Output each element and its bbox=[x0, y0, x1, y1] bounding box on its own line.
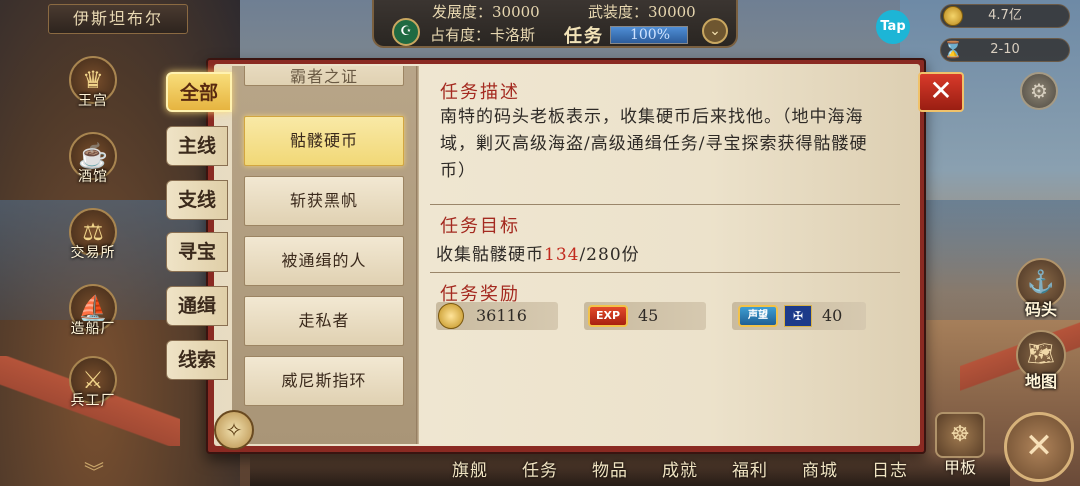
nav-shop[interactable]: 商城 bbox=[802, 456, 838, 481]
tab-treasure[interactable]: 寻宝 bbox=[166, 232, 228, 272]
city-name: 伊斯坦布尔 bbox=[48, 4, 188, 34]
quest-item[interactable]: 威尼斯指环 bbox=[244, 356, 404, 406]
side-btn-label: 码头 bbox=[1024, 300, 1057, 319]
goal-prefix: 收集骷髅硬币 bbox=[436, 245, 544, 265]
side-btn-label: 地图 bbox=[1024, 372, 1057, 391]
quest-item[interactable]: 霸者之证 bbox=[244, 66, 404, 86]
tab-all[interactable]: 全部 bbox=[166, 72, 232, 112]
quest-item[interactable]: 被通缉的人 bbox=[244, 236, 404, 286]
coin-icon bbox=[943, 6, 963, 26]
tab-side[interactable]: 支线 bbox=[166, 180, 228, 220]
tab-clue[interactable]: 线索 bbox=[166, 340, 228, 380]
gold-coin-icon bbox=[438, 303, 464, 329]
side-btn-shipyard[interactable]: ⛵ 造船厂 bbox=[58, 284, 128, 354]
side-btn-exchange[interactable]: ⚖ 交易所 bbox=[58, 208, 128, 278]
side-btn-dock[interactable]: ⚓ 码头 bbox=[1006, 258, 1076, 328]
side-btn-arsenal[interactable]: ⚔ 兵工厂 bbox=[58, 356, 128, 426]
gold-value: 4.7亿 bbox=[988, 8, 1022, 23]
tab-main[interactable]: 主线 bbox=[166, 126, 228, 166]
side-btn-map[interactable]: 🗺 地图 bbox=[1006, 330, 1076, 400]
panel-title: 任务 bbox=[564, 26, 604, 47]
quest-goal: 收集骷髅硬币134/280份 bbox=[436, 240, 640, 265]
close-button[interactable]: ✕ bbox=[918, 72, 964, 112]
section-divider bbox=[430, 204, 900, 205]
hourglass-icon: ⌛ bbox=[943, 40, 963, 59]
side-btn-label: 王宫 bbox=[78, 93, 108, 109]
side-btn-label: 造船厂 bbox=[70, 321, 116, 337]
goal-suffix: /280份 bbox=[579, 245, 640, 265]
nav-log[interactable]: 日志 bbox=[872, 456, 908, 481]
list-divider bbox=[416, 66, 419, 444]
bottom-nav: 旗舰 任务 物品 成就 福利 商城 日志 bbox=[250, 452, 1010, 486]
reputation-icon: 声望 bbox=[738, 305, 778, 327]
crossed-swords-icon[interactable]: ✕ bbox=[1004, 412, 1074, 482]
crest-emblem-icon: ✠ bbox=[784, 305, 812, 327]
gear-icon[interactable]: ⚙ bbox=[1020, 72, 1058, 110]
gold-counter: 4.7亿 bbox=[940, 4, 1070, 28]
deck-label: 甲板 bbox=[943, 458, 976, 477]
nav-welfare[interactable]: 福利 bbox=[732, 456, 768, 481]
nav-quests[interactable]: 任务 bbox=[522, 456, 558, 481]
occupancy-progress: 100% bbox=[610, 26, 688, 44]
quest-item[interactable]: 斩获黑帆 bbox=[244, 176, 404, 226]
quest-item[interactable]: 走私者 bbox=[244, 296, 404, 346]
nav-achievements[interactable]: 成就 bbox=[662, 456, 698, 481]
reward-reputation: 声望 ✠ 40 bbox=[732, 302, 866, 330]
occupancy-value: 占有度：卡洛斯 bbox=[430, 26, 536, 44]
development-value: 发展度：30000 bbox=[432, 3, 540, 21]
occupancy-percent: 100% bbox=[629, 27, 671, 43]
tap-logo[interactable]: Tap bbox=[876, 10, 910, 44]
compass-icon[interactable]: ✧ bbox=[214, 410, 254, 450]
section-divider bbox=[430, 272, 900, 273]
reward-gold: 36116 bbox=[436, 302, 558, 330]
reward-gold-value: 36116 bbox=[476, 306, 527, 325]
side-btn-palace[interactable]: ♛ 王宫 bbox=[58, 56, 128, 126]
side-btn-label: 交易所 bbox=[70, 245, 116, 261]
city-status-panel: ☪ 发展度：30000 武装度：30000 占有度：卡洛斯 任务 100% ⌄ bbox=[372, 0, 738, 48]
reward-exp-value: 45 bbox=[638, 306, 659, 325]
reward-rep-value: 40 bbox=[822, 306, 843, 325]
time-value: 2-10 bbox=[990, 42, 1020, 57]
tab-wanted[interactable]: 通缉 bbox=[166, 286, 228, 326]
reward-exp: EXP 45 bbox=[584, 302, 706, 330]
desc-title: 任务描述 bbox=[440, 82, 520, 103]
side-btn-tavern[interactable]: ☕ 酒馆 bbox=[58, 132, 128, 202]
goal-current: 134 bbox=[544, 245, 580, 265]
nav-items[interactable]: 物品 bbox=[592, 456, 628, 481]
expand-down-icon[interactable]: ︾ bbox=[84, 456, 104, 485]
goal-title: 任务目标 bbox=[440, 216, 520, 237]
quest-item-selected[interactable]: 骷髅硬币 bbox=[244, 116, 404, 166]
quest-description: 南特的码头老板表示，收集硬币后来找他。（地中海海域，剿灭高级海盗/高级通缉任务/… bbox=[440, 107, 868, 181]
ship-wheel-icon: ☸ bbox=[935, 412, 985, 458]
crescent-flag-icon: ☪ bbox=[392, 18, 420, 46]
armament-value: 武装度：30000 bbox=[588, 3, 696, 21]
exp-icon: EXP bbox=[588, 305, 628, 327]
quest-list[interactable]: 霸者之证 骷髅硬币 斩获黑帆 被通缉的人 走私者 威尼斯指环 bbox=[232, 66, 416, 444]
side-btn-label: 酒馆 bbox=[78, 169, 108, 185]
chevron-down-icon[interactable]: ⌄ bbox=[702, 18, 728, 44]
side-btn-label: 兵工厂 bbox=[70, 393, 116, 409]
nav-flagship[interactable]: 旗舰 bbox=[452, 456, 488, 481]
deck-button[interactable]: ☸ 甲板 bbox=[928, 412, 992, 482]
time-counter: ⌛ 2-10 bbox=[940, 38, 1070, 62]
